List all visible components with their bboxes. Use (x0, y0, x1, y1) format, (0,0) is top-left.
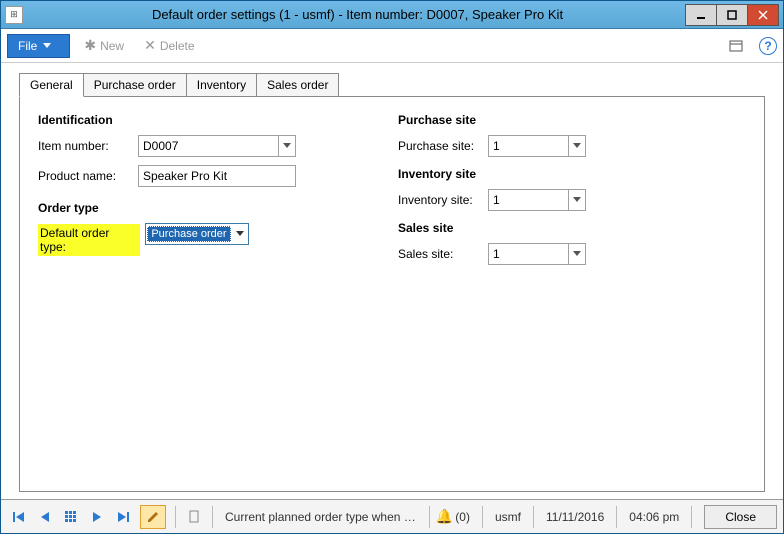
edit-button[interactable] (140, 505, 166, 529)
window-title: Default order settings (1 - usmf) - Item… (29, 7, 686, 22)
maximize-button[interactable] (716, 4, 748, 26)
delete-icon: ✕ (144, 37, 156, 54)
alert-count: (0) (455, 510, 476, 524)
time-label: 04:06 pm (623, 510, 685, 524)
sparkle-icon: ✱ (84, 37, 96, 54)
sales-site-input[interactable] (488, 243, 568, 265)
default-order-type-dropdown[interactable] (232, 224, 248, 244)
item-number-label: Item number: (38, 139, 138, 153)
nav-prev-button[interactable] (33, 505, 57, 529)
item-number-dropdown[interactable] (278, 135, 296, 157)
tab-strip: General Purchase order Inventory Sales o… (19, 73, 783, 96)
form-panel: Identification Item number: Product name… (19, 96, 765, 492)
bell-icon[interactable]: 🔔 (436, 508, 453, 525)
new-button[interactable]: ✱ New (78, 37, 130, 54)
company-label: usmf (489, 510, 527, 524)
sales-site-dropdown[interactable] (568, 243, 586, 265)
purchase-site-row: Purchase site: (398, 135, 698, 157)
default-order-type-value: Purchase order (147, 226, 230, 242)
app-icon: ⊞ (5, 6, 23, 24)
left-column: Identification Item number: Product name… (38, 111, 338, 273)
inventory-site-field (488, 189, 586, 211)
nav-next-button[interactable] (85, 505, 109, 529)
inventory-site-row: Inventory site: (398, 189, 698, 211)
file-menu-button[interactable]: File (7, 34, 70, 58)
nav-grid-button[interactable] (59, 505, 83, 529)
item-number-input[interactable] (138, 135, 278, 157)
right-column: Purchase site Purchase site: Inventory s… (398, 111, 698, 273)
delete-button[interactable]: ✕ Delete (138, 37, 200, 54)
identification-heading: Identification (38, 113, 338, 127)
item-number-row: Item number: (38, 135, 338, 157)
status-message: Current planned order type when cove... (219, 510, 423, 524)
highlight-marker: Default order type: (38, 224, 140, 256)
sales-site-heading: Sales site (398, 221, 698, 235)
tab-sales-order[interactable]: Sales order (256, 73, 339, 96)
help-button[interactable]: ? (759, 37, 777, 55)
tab-inventory[interactable]: Inventory (186, 73, 257, 96)
inventory-site-label: Inventory site: (398, 193, 488, 207)
nav-first-button[interactable] (7, 505, 31, 529)
close-button[interactable]: Close (704, 505, 777, 529)
order-type-heading: Order type (38, 201, 338, 215)
purchase-site-heading: Purchase site (398, 113, 698, 127)
default-order-type-row: Default order type: Purchase order (38, 223, 338, 256)
inventory-site-dropdown[interactable] (568, 189, 586, 211)
status-bar: Current planned order type when cove... … (1, 499, 783, 533)
dropdown-icon (43, 43, 51, 48)
tab-general[interactable]: General (19, 73, 84, 97)
purchase-site-label: Purchase site: (398, 139, 488, 153)
inventory-site-input[interactable] (488, 189, 568, 211)
product-name-row: Product name: (38, 165, 338, 187)
date-label: 11/11/2016 (540, 510, 610, 524)
sales-site-field (488, 243, 586, 265)
view-button[interactable] (727, 37, 745, 55)
inventory-site-heading: Inventory site (398, 167, 698, 181)
title-bar: ⊞ Default order settings (1 - usmf) - It… (1, 1, 783, 29)
purchase-site-input[interactable] (488, 135, 568, 157)
default-order-type-label: Default order type: (40, 226, 138, 254)
purchase-site-field (488, 135, 586, 157)
window-controls (686, 4, 779, 26)
attach-button[interactable] (182, 505, 206, 529)
toolbar: File ✱ New ✕ Delete ? (1, 29, 783, 63)
minimize-button[interactable] (685, 4, 717, 26)
file-label: File (18, 39, 37, 53)
close-window-button[interactable] (747, 4, 779, 26)
nav-last-button[interactable] (111, 505, 135, 529)
sales-site-row: Sales site: (398, 243, 698, 265)
delete-label: Delete (160, 39, 195, 53)
product-name-label: Product name: (38, 169, 138, 183)
sales-site-label: Sales site: (398, 247, 488, 261)
product-name-input[interactable] (138, 165, 296, 187)
item-number-field (138, 135, 296, 157)
tab-purchase-order[interactable]: Purchase order (83, 73, 187, 96)
purchase-site-dropdown[interactable] (568, 135, 586, 157)
default-order-type-field[interactable]: Purchase order (145, 223, 248, 245)
new-label: New (100, 39, 124, 53)
